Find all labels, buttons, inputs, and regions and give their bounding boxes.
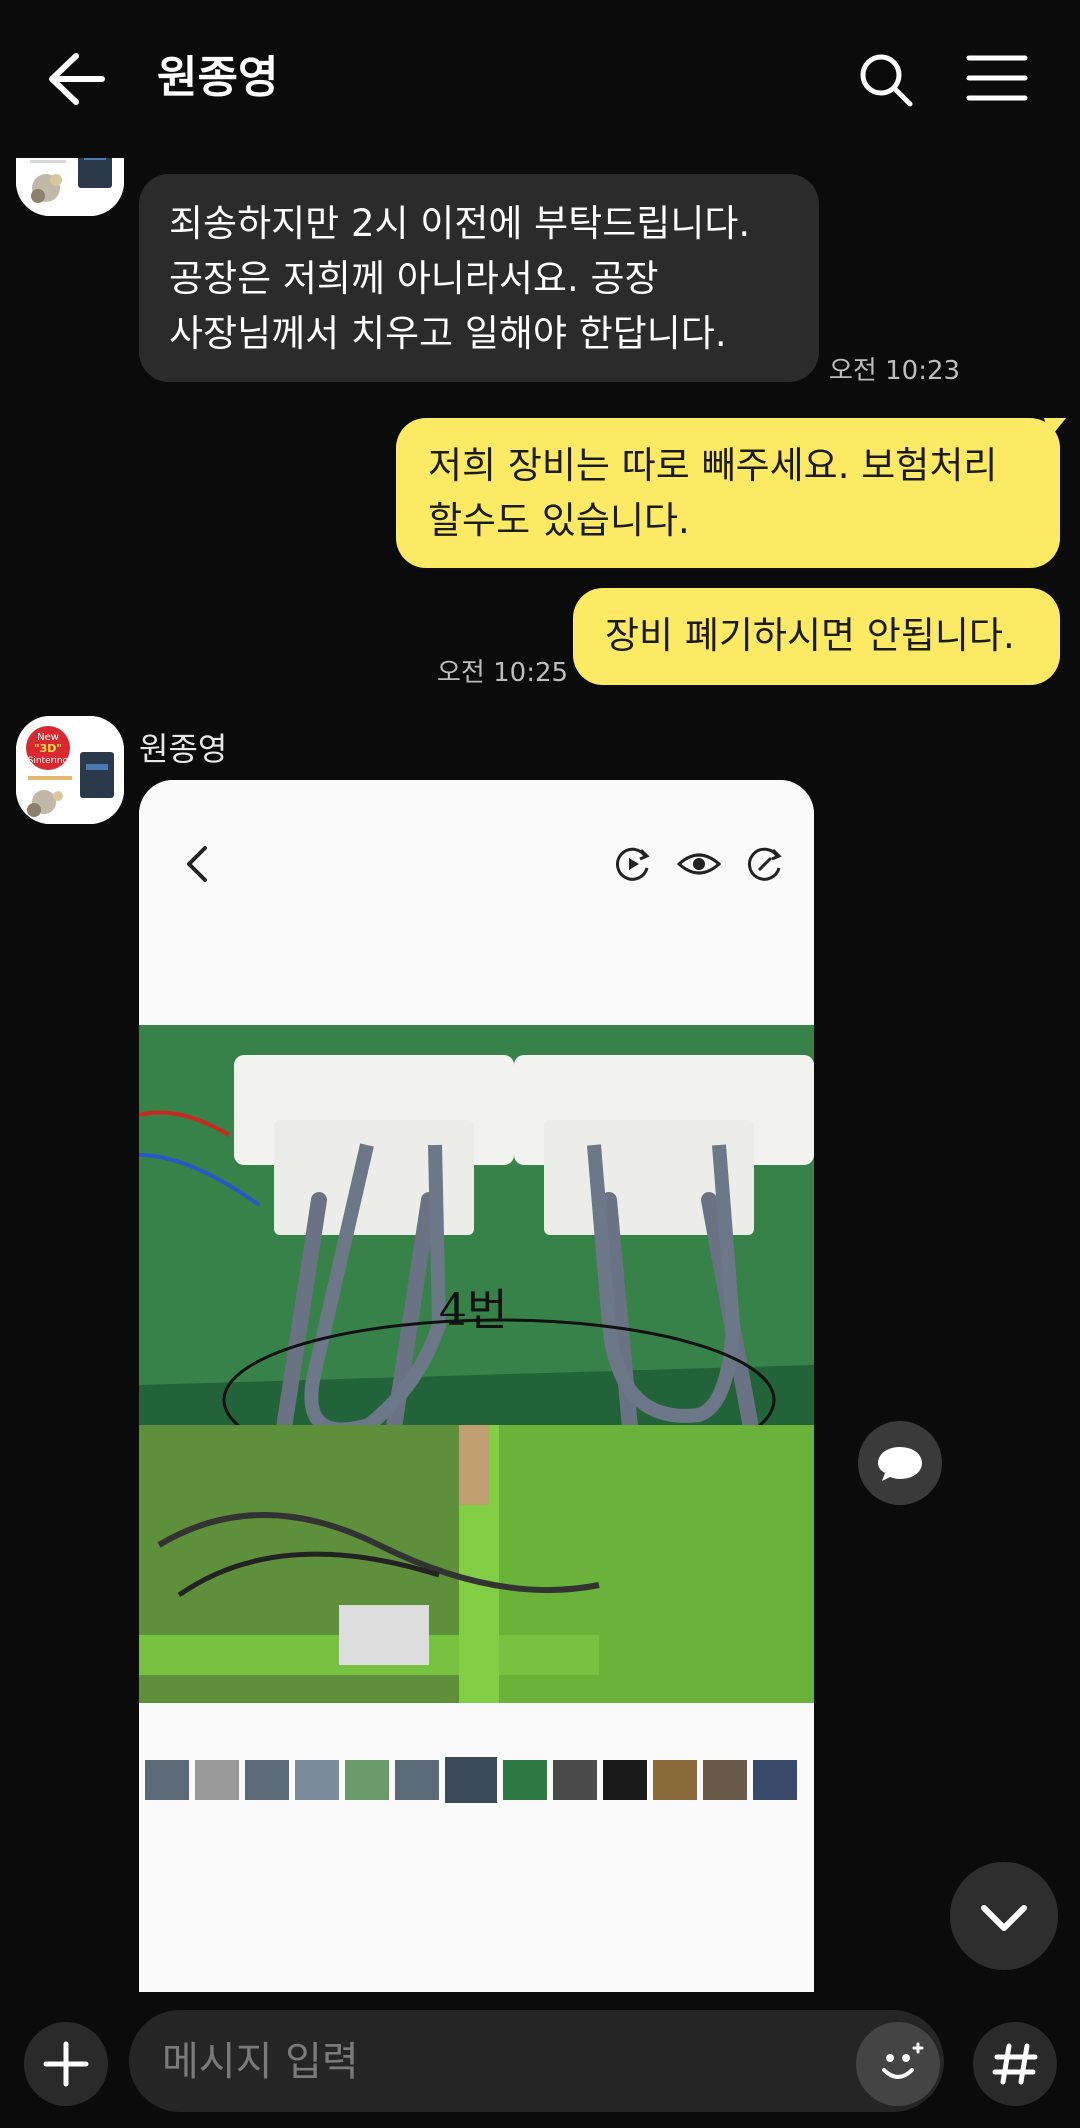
thumbnail-strip bbox=[139, 1703, 814, 1992]
chevron-left-icon bbox=[187, 846, 207, 882]
photo-equipment-frame bbox=[139, 1425, 814, 1703]
message-line: 죄송하지만 2시 이전에 부탁드립니다. bbox=[169, 202, 751, 245]
outgoing-message[interactable]: 저희 장비는 따로 빼주세요. 보험처리 할수도 있습니다. bbox=[396, 418, 1060, 568]
outgoing-message[interactable]: 장비 폐기하시면 안됩니다. bbox=[573, 588, 1060, 685]
attach-button[interactable] bbox=[24, 2022, 108, 2106]
emoji-button[interactable] bbox=[856, 2022, 940, 2106]
arrow-left-icon bbox=[49, 53, 105, 105]
handwritten-label: 4번 bbox=[439, 1285, 507, 1336]
play-rotate-icon bbox=[615, 847, 650, 881]
chevron-down-icon bbox=[981, 1905, 1027, 1931]
chat-header: 원종영 bbox=[0, 0, 1080, 158]
avatar-image: New "3D" Sintering bbox=[16, 716, 124, 824]
back-button[interactable] bbox=[42, 46, 122, 112]
search-button[interactable] bbox=[856, 50, 916, 110]
hamburger-menu-icon bbox=[966, 55, 1028, 101]
hashtag-button[interactable] bbox=[973, 2022, 1057, 2106]
incoming-message[interactable]: 죄송하지만 2시 이전에 부탁드립니다. 공장은 저희께 아니라서요. 공장 사… bbox=[139, 174, 819, 382]
rotate-icon bbox=[747, 847, 782, 881]
avatar-badge-3d: "3D" bbox=[34, 742, 62, 755]
photo-thumbnail-strip bbox=[139, 1703, 814, 1992]
message-time: 오전 10:25 bbox=[437, 658, 569, 688]
image-message[interactable]: 4번 bbox=[139, 780, 814, 1992]
search-icon bbox=[860, 54, 913, 107]
plus-icon bbox=[43, 2041, 89, 2087]
message-line: 할수도 있습니다. bbox=[428, 499, 690, 542]
message-line: 공장은 저희께 아니라서요. 공장 bbox=[169, 257, 659, 300]
eye-icon bbox=[677, 853, 721, 875]
message-line: 장비 폐기하시면 안됩니다. bbox=[605, 614, 1015, 657]
comment-button[interactable] bbox=[858, 1421, 942, 1505]
message-input[interactable] bbox=[160, 2031, 844, 2093]
message-time: 오전 10:23 bbox=[829, 356, 961, 386]
photo-heating-elements: 4번 bbox=[139, 1025, 814, 1425]
sender-name: 원종영 bbox=[139, 730, 228, 768]
avatar-badge-sintering: Sintering bbox=[28, 756, 69, 766]
chat-title: 원종영 bbox=[157, 52, 279, 103]
scroll-to-bottom-button[interactable] bbox=[950, 1862, 1058, 1970]
hash-icon bbox=[992, 2043, 1038, 2085]
message-line: 사장님께서 치우고 일해야 한답니다. bbox=[169, 312, 727, 355]
sender-avatar[interactable]: New "3D" Sintering bbox=[16, 716, 124, 824]
photo-viewer-topbar bbox=[139, 780, 814, 1025]
photo-image bbox=[139, 1425, 814, 1703]
speech-bubble-icon bbox=[878, 1447, 922, 1481]
bubble-tail bbox=[1044, 418, 1066, 438]
menu-button[interactable] bbox=[966, 54, 1028, 102]
smiley-icon bbox=[882, 2042, 924, 2079]
photo-image: 4번 bbox=[139, 1025, 814, 1425]
message-line: 저희 장비는 따로 빼주세요. 보험처리 bbox=[428, 444, 998, 487]
